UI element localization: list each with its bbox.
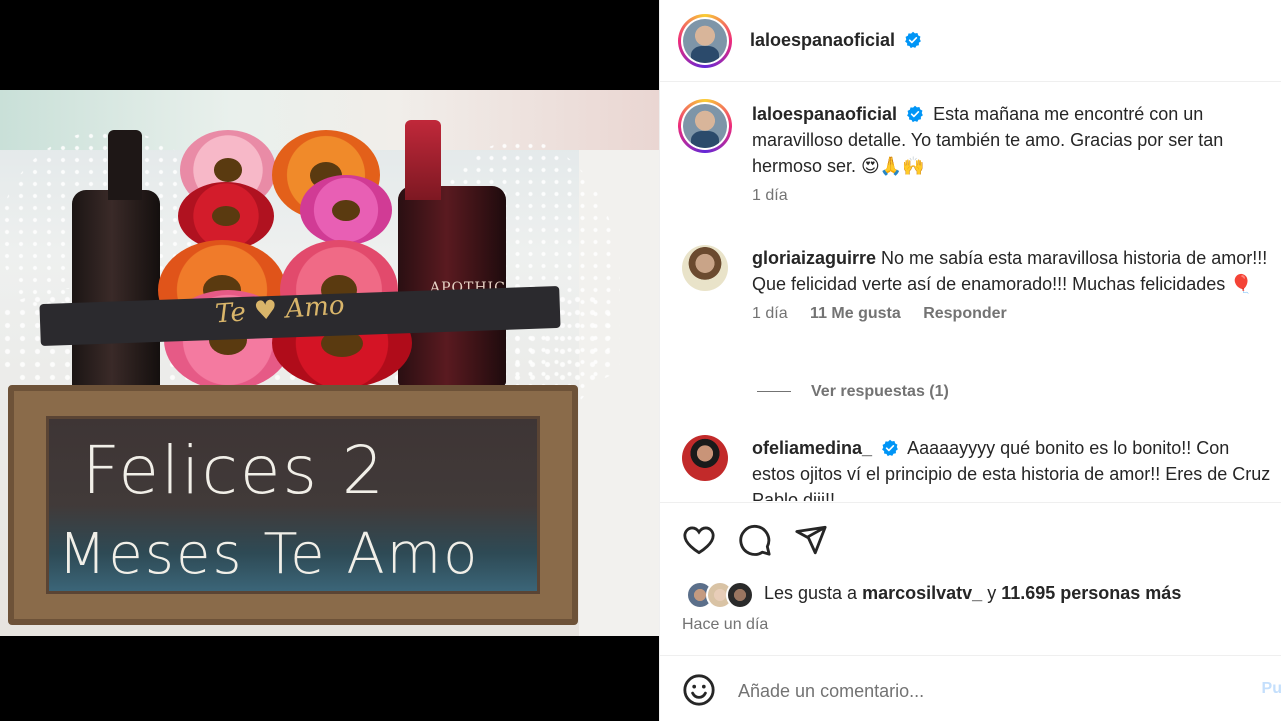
comment-icon[interactable] [738,523,772,557]
liked-by-avatars[interactable] [686,581,758,609]
chalk-line-1: Felices 2 [82,432,386,509]
comments-list[interactable]: laloespanaoficial Esta mañana me encontr… [660,83,1281,501]
verified-icon [907,105,923,123]
post-header: laloespanaoficial [660,0,1281,82]
verified-icon [882,439,898,457]
view-replies-button[interactable]: Ver respuestas (1) [757,383,949,401]
commenter-username[interactable]: ofeliamedina_ [752,438,872,458]
wine-bottle-left [72,190,160,400]
emoji-icon[interactable] [682,673,716,707]
comment-text: gloriaizaguirre No me sabía esta maravil… [752,245,1272,297]
post-time[interactable]: Hace un día [682,616,768,634]
bottle-neck [405,120,441,200]
verified-icon [904,31,921,49]
comment-input[interactable] [738,678,1238,704]
author-info: laloespanaoficial [750,30,922,51]
commenter-username[interactable]: gloriaizaguirre [752,248,876,268]
heart-icon[interactable] [682,523,716,557]
commenter-avatar[interactable] [682,245,728,291]
author-username[interactable]: laloespanaoficial [750,30,895,50]
likes-and: y [987,583,997,603]
comment-likes[interactable]: 11 Me gusta [810,305,901,322]
reply-button[interactable]: Responder [923,305,1007,322]
caption-meta: 1 día [752,187,1272,205]
caption-avatar[interactable] [678,99,732,153]
caption-time[interactable]: 1 día [752,187,788,204]
comment-item: gloriaizaguirre No me sabía esta maravil… [682,245,1272,323]
flower [300,175,392,245]
caption: laloespanaoficial Esta mañana me encontr… [678,99,1272,205]
commenter-avatar[interactable] [682,435,728,481]
likes-summary: Les gusta a marcosilvatv_ y 11.695 perso… [764,583,1181,604]
bottle-neck [108,130,142,200]
post-actions: Les gusta a marcosilvatv_ y 11.695 perso… [660,502,1281,652]
post-comment-button[interactable]: Pu [1262,680,1281,698]
comment-meta: 1 día 11 Me gusta Responder [752,305,1272,323]
share-icon[interactable] [794,523,828,557]
likes-prefix: Les gusta a [764,583,858,603]
comment-text: ofeliamedina_ Aaaaayyyy qué bonito es lo… [752,435,1272,501]
post-sidebar: laloespanaoficial laloespanaoficial Esta… [659,0,1281,721]
comment-time[interactable]: 1 día [752,305,788,322]
add-comment-bar: Pu [660,655,1281,721]
author-avatar[interactable] [678,14,732,68]
liked-by-user[interactable]: marcosilvatv_ [862,583,982,603]
replies-line [757,391,791,393]
view-replies-label: Ver respuestas (1) [811,383,949,400]
post-photo: APOTHIC Te ♥ Amo Felices 2 Meses Te Amo [0,90,659,636]
post-media[interactable]: APOTHIC Te ♥ Amo Felices 2 Meses Te Amo [0,0,659,721]
caption-text: laloespanaoficial Esta mañana me encontr… [752,101,1272,179]
comment-item: ofeliamedina_ Aaaaayyyy qué bonito es lo… [682,435,1272,501]
likes-count[interactable]: 11.695 personas más [1001,583,1181,603]
chalk-line-2: Meses Te Amo [58,522,480,587]
caption-username[interactable]: laloespanaoficial [752,104,897,124]
liker-avatar [726,581,754,609]
